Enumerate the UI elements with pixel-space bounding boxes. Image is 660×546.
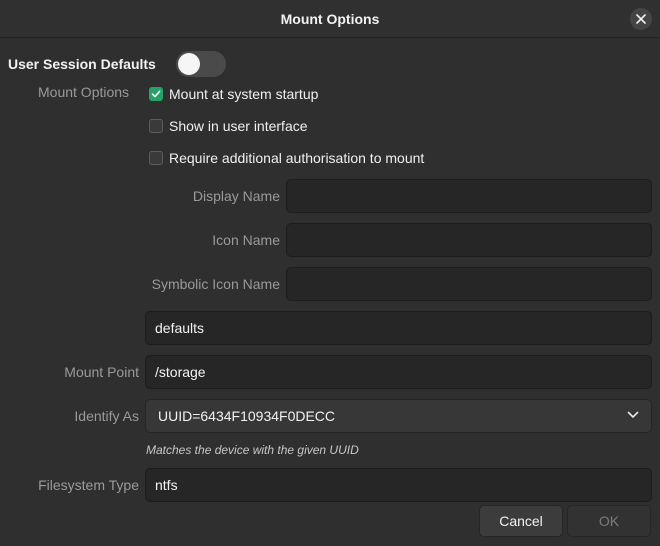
display-name-label: Display Name <box>192 188 280 204</box>
show-in-ui-checkbox[interactable] <box>149 119 163 133</box>
mount-options-field[interactable]: defaults <box>145 311 652 345</box>
user-session-defaults-switch[interactable] <box>176 51 226 77</box>
mount-options-dialog: Mount Options User Session Defaults Moun… <box>0 0 660 546</box>
filesystem-type-value: ntfs <box>155 477 178 493</box>
cancel-button[interactable]: Cancel <box>479 505 563 537</box>
require-auth-row[interactable]: Require additional authorisation to moun… <box>149 148 424 168</box>
filesystem-type-field[interactable]: ntfs <box>145 468 652 502</box>
symbolic-icon-name-label: Symbolic Icon Name <box>151 276 280 292</box>
mount-at-startup-label: Mount at system startup <box>169 86 319 102</box>
icon-name-label: Icon Name <box>212 232 280 248</box>
symbolic-icon-name-field[interactable] <box>286 267 652 301</box>
identify-as-dropdown[interactable]: UUID=6434F10934F0DECC <box>145 399 652 433</box>
checkmark-icon <box>151 90 161 98</box>
switch-knob <box>178 53 200 75</box>
title-bar: Mount Options <box>0 0 660 38</box>
mount-point-value: /storage <box>155 364 206 380</box>
mount-point-field[interactable]: /storage <box>145 355 652 389</box>
identify-as-label: Identify As <box>74 408 139 424</box>
mount-at-startup-row[interactable]: Mount at system startup <box>149 84 318 104</box>
identify-as-value: UUID=6434F10934F0DECC <box>158 408 336 424</box>
icon-name-field[interactable] <box>286 223 652 257</box>
show-in-ui-row[interactable]: Show in user interface <box>149 116 308 136</box>
user-session-defaults-label: User Session Defaults <box>8 56 156 72</box>
mount-at-startup-checkbox[interactable] <box>149 87 163 101</box>
identify-as-hint: Matches the device with the given UUID <box>146 443 359 457</box>
dialog-title: Mount Options <box>280 11 380 27</box>
mount-options-value: defaults <box>155 320 205 336</box>
show-in-ui-label: Show in user interface <box>169 118 308 134</box>
mount-options-label: Mount Options <box>38 84 130 100</box>
require-auth-label: Require additional authorisation to moun… <box>169 150 425 166</box>
chevron-down-icon <box>627 411 639 419</box>
display-name-field[interactable] <box>286 179 652 213</box>
ok-button[interactable]: OK <box>567 505 651 537</box>
mount-point-label: Mount Point <box>64 364 139 380</box>
close-icon <box>636 14 646 24</box>
require-auth-checkbox[interactable] <box>149 151 163 165</box>
filesystem-type-label: Filesystem Type <box>38 477 139 493</box>
close-button[interactable] <box>630 8 652 30</box>
